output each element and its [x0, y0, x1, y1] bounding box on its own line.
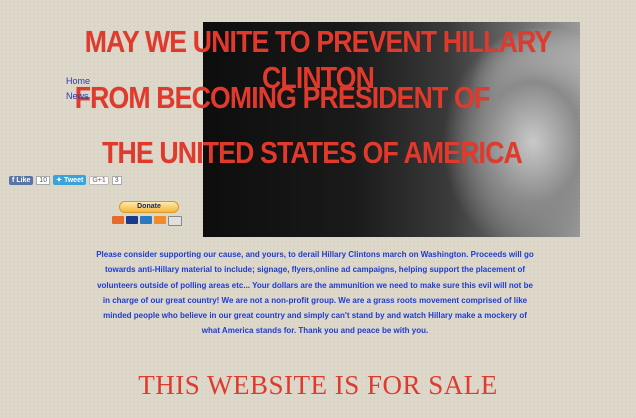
google-plus-button[interactable]: G+1 [89, 175, 109, 185]
nav-home-link[interactable]: Home [66, 74, 90, 89]
for-sale-banner: THIS WEBSITE IS FOR SALE [138, 370, 498, 400]
amex-icon [140, 216, 152, 224]
facebook-like-count: 10 [36, 175, 51, 185]
bank-icon [168, 216, 182, 226]
tweet-label: Tweet [63, 177, 84, 184]
payment-cards [112, 216, 182, 226]
visa-icon [126, 216, 138, 224]
headline-line-2: FROM BECOMING PRESIDENT OF [74, 80, 490, 115]
discover-icon [154, 216, 166, 224]
nav-news-link[interactable]: News [66, 89, 90, 104]
mastercard-icon [112, 216, 124, 224]
main-nav: Home News [66, 74, 90, 104]
paypal-donate: Donate [112, 201, 182, 226]
facebook-like-button[interactable]: f Like [9, 175, 34, 185]
social-share-bar: f Like 10 ✦ Tweet G+1 3 [9, 175, 122, 185]
donate-button[interactable]: Donate [119, 201, 179, 213]
tweet-button[interactable]: ✦ Tweet [53, 175, 87, 185]
facebook-icon: f [12, 176, 15, 184]
appeal-paragraph: Please consider supporting our cause, an… [96, 250, 534, 336]
facebook-like-label: Like [16, 176, 31, 184]
twitter-icon: ✦ [56, 177, 63, 184]
google-plus-count: 3 [111, 175, 122, 185]
headline-line-3: THE UNITED STATES OF AMERICA [102, 135, 523, 170]
